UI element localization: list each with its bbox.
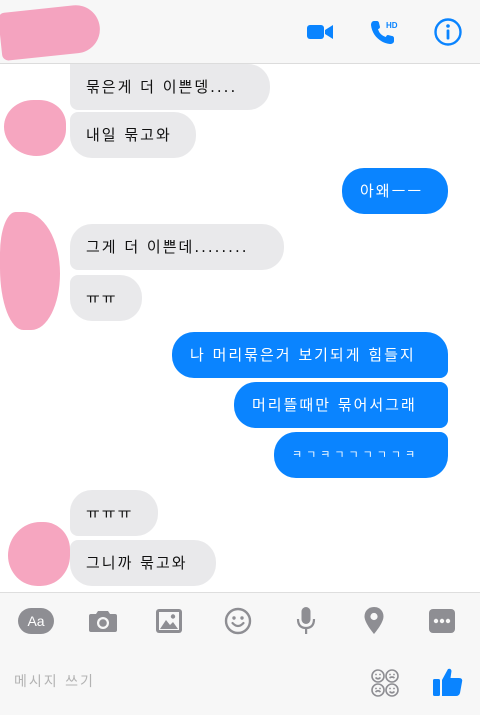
hd-badge: HD: [386, 21, 398, 30]
composer-toolbar: Aa: [0, 592, 480, 648]
image-icon: [156, 609, 182, 633]
emoji-smiley-icon: [224, 607, 252, 635]
microphone-button[interactable]: [289, 605, 323, 637]
redacted-avatar: [8, 522, 70, 586]
redacted-contact-name: [0, 2, 103, 62]
message-incoming[interactable]: 그니까 묶고와: [70, 540, 216, 586]
emoji-button[interactable]: [221, 605, 255, 637]
message-incoming[interactable]: 내일 묶고와: [70, 112, 196, 158]
message-incoming[interactable]: ㅠㅠ: [70, 275, 142, 321]
camera-button[interactable]: [86, 605, 120, 637]
text-size-button[interactable]: Aa: [16, 605, 56, 637]
image-button[interactable]: [152, 605, 186, 637]
message-outgoing[interactable]: 머리뜰때만 묶어서그래: [234, 382, 448, 428]
redacted-avatar: [4, 100, 66, 156]
stickers-button[interactable]: [368, 668, 402, 698]
location-icon: [364, 607, 384, 634]
video-call-icon: [307, 25, 333, 39]
redacted-avatar: [0, 212, 60, 330]
message-incoming[interactable]: ㅠㅠㅠ: [70, 490, 158, 536]
message-outgoing[interactable]: 아왜ㅡㅡ: [342, 168, 448, 214]
hd-voice-call-button[interactable]: HD: [366, 14, 402, 50]
video-call-button[interactable]: [302, 14, 338, 50]
like-button[interactable]: [430, 664, 466, 700]
message-thread[interactable]: 묶은게 더 이쁜뎅.... 내일 묶고와 아왜ㅡㅡ 그게 더 이쁜데......…: [0, 64, 480, 592]
message-incoming[interactable]: 그게 더 이쁜데........: [70, 224, 284, 270]
conversation-header: HD: [0, 0, 480, 64]
more-icon: [429, 609, 455, 633]
emoji-faces-icon: [371, 669, 399, 697]
info-icon: [434, 18, 462, 46]
composer-bar: [0, 648, 480, 715]
thumbs-up-icon: [433, 668, 463, 696]
message-outgoing[interactable]: 나 머리묶은거 보기되게 힘들지: [172, 332, 448, 378]
microphone-icon: [296, 607, 316, 634]
message-incoming[interactable]: 묶은게 더 이쁜뎅....: [70, 64, 270, 110]
more-button[interactable]: [425, 605, 459, 637]
location-button[interactable]: [357, 605, 391, 637]
info-button[interactable]: [430, 14, 466, 50]
message-outgoing[interactable]: ㅋㄱㅋㄱㄱㄱㄱㄱㅋ: [274, 432, 448, 478]
message-input[interactable]: [14, 670, 344, 694]
hd-voice-call-icon: HD: [371, 21, 398, 44]
camera-icon: [89, 611, 117, 632]
text-size-icon: Aa: [18, 608, 54, 634]
